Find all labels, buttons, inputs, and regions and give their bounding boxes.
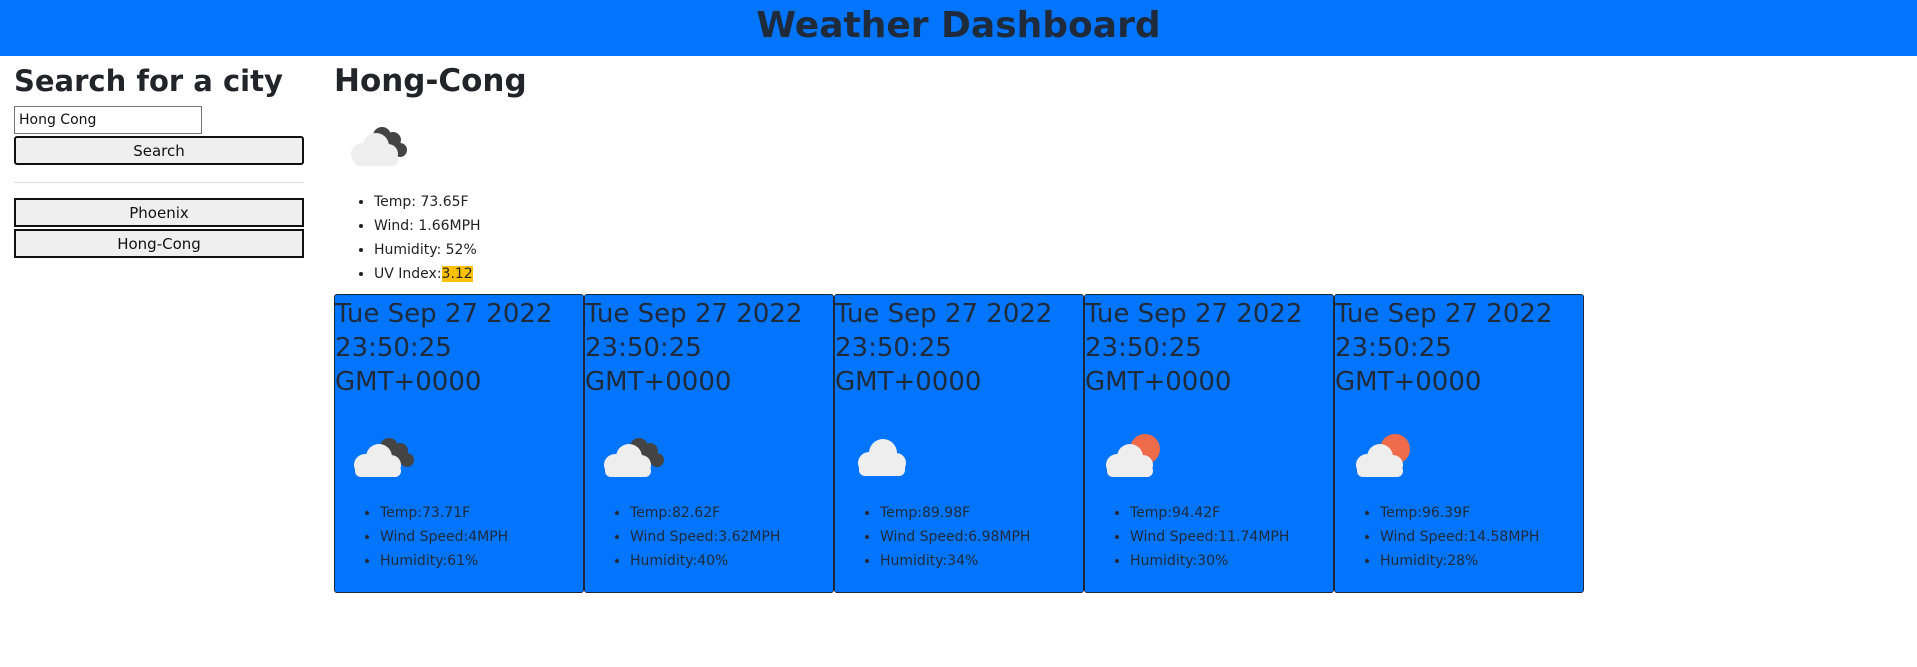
- search-button[interactable]: Search: [14, 136, 304, 165]
- forecast-details: Temp:94.42F Wind Speed:11.74MPH Humidity…: [1085, 501, 1333, 573]
- forecast-card: Tue Sep 27 2022 23:50:25 GMT+0000 Temp:9…: [1084, 294, 1334, 593]
- forecast-wind: Wind Speed:14.58MPH: [1380, 525, 1583, 549]
- current-humidity: Humidity: 52%: [374, 238, 1894, 262]
- main-content: Hong-Cong Temp: 73.65F Wind: 1.66MPH Hum…: [334, 56, 1894, 593]
- search-heading: Search for a city: [14, 64, 283, 98]
- forecast-date: Tue Sep 27 2022 23:50:25 GMT+0000: [835, 299, 1053, 397]
- forecast-details: Temp:73.71F Wind Speed:4MPH Humidity:61%: [335, 501, 583, 573]
- divider: [14, 182, 304, 183]
- cloudy-night-icon: [354, 438, 414, 477]
- forecast-temp: Temp:94.42F: [1130, 501, 1333, 525]
- cloudy-night-icon: [351, 127, 407, 166]
- forecast-details: Temp:96.39F Wind Speed:14.58MPH Humidity…: [1335, 501, 1583, 573]
- forecast-temp: Temp:89.98F: [880, 501, 1083, 525]
- forecast-humidity: Humidity:30%: [1130, 549, 1333, 573]
- cloudy-night-icon: [604, 438, 664, 477]
- forecast-details: Temp:89.98F Wind Speed:6.98MPH Humidity:…: [835, 501, 1083, 573]
- history-button-hong-cong[interactable]: Hong-Cong: [14, 229, 304, 258]
- current-uv-index: UV Index:3.12: [374, 262, 1894, 286]
- forecast-date: Tue Sep 27 2022 23:50:25 GMT+0000: [585, 299, 803, 397]
- history-button-phoenix[interactable]: Phoenix: [14, 198, 304, 227]
- five-day-forecast: Tue Sep 27 2022 23:50:25 GMT+0000 Temp:7…: [334, 294, 1894, 593]
- city-search-input[interactable]: [14, 106, 202, 134]
- uv-index-label: UV Index:: [374, 266, 442, 282]
- sidebar: Search for a city Search Phoenix Hong-Co…: [14, 56, 304, 260]
- forecast-card: Tue Sep 27 2022 23:50:25 GMT+0000 Temp:9…: [1334, 294, 1584, 593]
- forecast-humidity: Humidity:34%: [880, 549, 1083, 573]
- forecast-card: Tue Sep 27 2022 23:50:25 GMT+0000 Temp:8…: [584, 294, 834, 593]
- partly-sunny-icon: [1356, 434, 1410, 477]
- page-title: Weather Dashboard: [756, 5, 1161, 46]
- forecast-humidity: Humidity:61%: [380, 549, 583, 573]
- forecast-humidity: Humidity:28%: [1380, 549, 1583, 573]
- current-weather-list: Temp: 73.65F Wind: 1.66MPH Humidity: 52%…: [334, 190, 1894, 286]
- forecast-date: Tue Sep 27 2022 23:50:25 GMT+0000: [1335, 299, 1553, 397]
- current-city-name: Hong-Cong: [334, 63, 527, 99]
- current-temp: Temp: 73.65F: [374, 190, 1894, 214]
- partly-sunny-icon: [1106, 434, 1160, 477]
- forecast-wind: Wind Speed:6.98MPH: [880, 525, 1083, 549]
- forecast-wind: Wind Speed:3.62MPH: [630, 525, 833, 549]
- forecast-date: Tue Sep 27 2022 23:50:25 GMT+0000: [335, 299, 553, 397]
- forecast-wind: Wind Speed:4MPH: [380, 525, 583, 549]
- forecast-card: Tue Sep 27 2022 23:50:25 GMT+0000 Temp:8…: [834, 294, 1084, 593]
- page-header: Weather Dashboard: [0, 0, 1917, 56]
- current-wind: Wind: 1.66MPH: [374, 214, 1894, 238]
- cloud-icon: [858, 439, 906, 476]
- uv-index-badge: 3.12: [441, 266, 473, 282]
- forecast-temp: Temp:73.71F: [380, 501, 583, 525]
- search-history: Phoenix Hong-Cong: [14, 198, 304, 258]
- forecast-temp: Temp:82.62F: [630, 501, 833, 525]
- forecast-wind: Wind Speed:11.74MPH: [1130, 525, 1333, 549]
- forecast-date: Tue Sep 27 2022 23:50:25 GMT+0000: [1085, 299, 1303, 397]
- forecast-card: Tue Sep 27 2022 23:50:25 GMT+0000 Temp:7…: [334, 294, 584, 593]
- forecast-temp: Temp:96.39F: [1380, 501, 1583, 525]
- forecast-humidity: Humidity:40%: [630, 549, 833, 573]
- forecast-details: Temp:82.62F Wind Speed:3.62MPH Humidity:…: [585, 501, 833, 573]
